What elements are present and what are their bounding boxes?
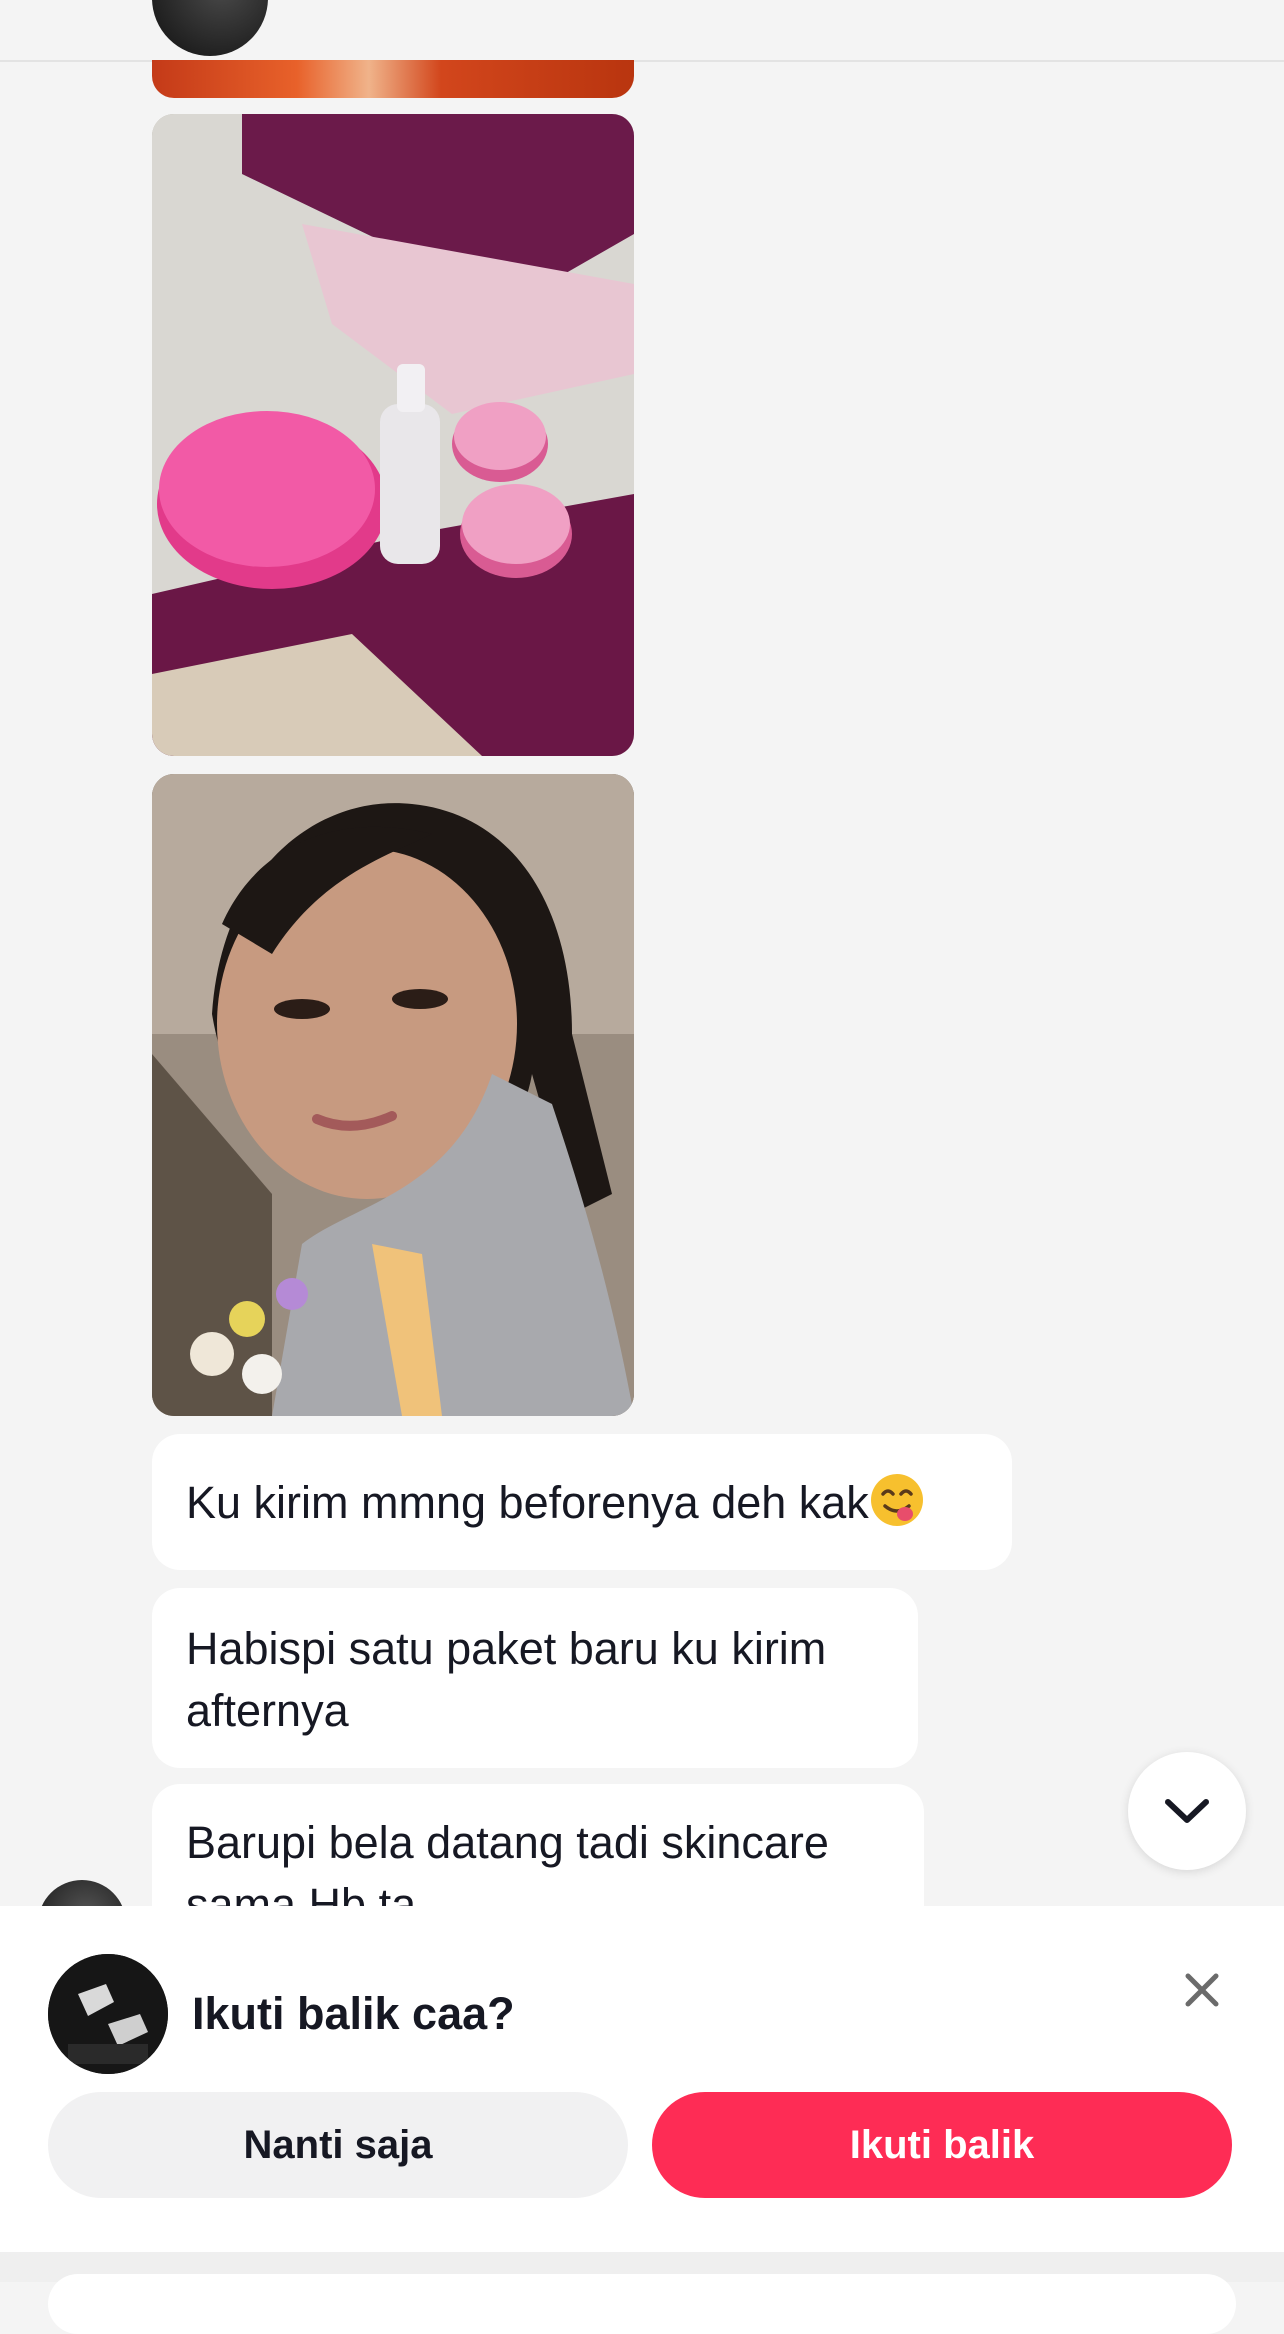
later-button[interactable]: Nanti saja bbox=[48, 2092, 628, 2198]
follow-back-prompt: Ikuti balik caa? bbox=[192, 1988, 515, 2039]
text-message[interactable]: Barupi bela datang tadi skincare sama Hb… bbox=[152, 1784, 924, 1906]
scroll-to-bottom-button[interactable] bbox=[1128, 1752, 1246, 1870]
sender-avatar[interactable] bbox=[38, 1880, 126, 1906]
chevron-left-icon[interactable] bbox=[50, 0, 90, 12]
follow-back-button[interactable]: Ikuti balik bbox=[652, 2092, 1232, 2198]
image-message[interactable] bbox=[152, 114, 634, 756]
sneakers-avatar-image bbox=[48, 1954, 168, 2074]
message-text: Habispi satu paket baru ku kirim afterny… bbox=[186, 1623, 827, 1736]
image-message[interactable] bbox=[152, 60, 634, 98]
message-list[interactable]: Ku kirim mmng beforenya deh kak Habispi … bbox=[0, 60, 1284, 1906]
chat-header bbox=[0, 0, 1284, 62]
more-icon[interactable] bbox=[1030, 0, 1050, 10]
skincare-products-photo bbox=[152, 114, 634, 756]
message-text: Barupi bela datang tadi skincare sama Hb… bbox=[186, 1817, 829, 1906]
message-input[interactable] bbox=[48, 2274, 1236, 2334]
close-icon[interactable] bbox=[1182, 1970, 1222, 2010]
text-message[interactable]: Ku kirim mmng beforenya deh kak bbox=[152, 1434, 1012, 1570]
message-input-area bbox=[0, 2252, 1284, 2334]
selfie-photo bbox=[152, 774, 634, 1416]
image-message[interactable] bbox=[152, 774, 634, 1416]
yum-face-emoji-icon bbox=[870, 1474, 923, 1526]
contact-avatar[interactable] bbox=[152, 0, 268, 56]
chevron-down-icon bbox=[1165, 1799, 1209, 1823]
text-message[interactable]: Habispi satu paket baru ku kirim afterny… bbox=[152, 1588, 918, 1768]
avatar[interactable] bbox=[48, 1954, 168, 2074]
follow-back-sheet: Ikuti balik caa? Nanti saja Ikuti balik bbox=[0, 1906, 1284, 2252]
message-text: Ku kirim mmng beforenya deh kak bbox=[186, 1477, 869, 1528]
bookmark-icon[interactable] bbox=[906, 0, 962, 10]
